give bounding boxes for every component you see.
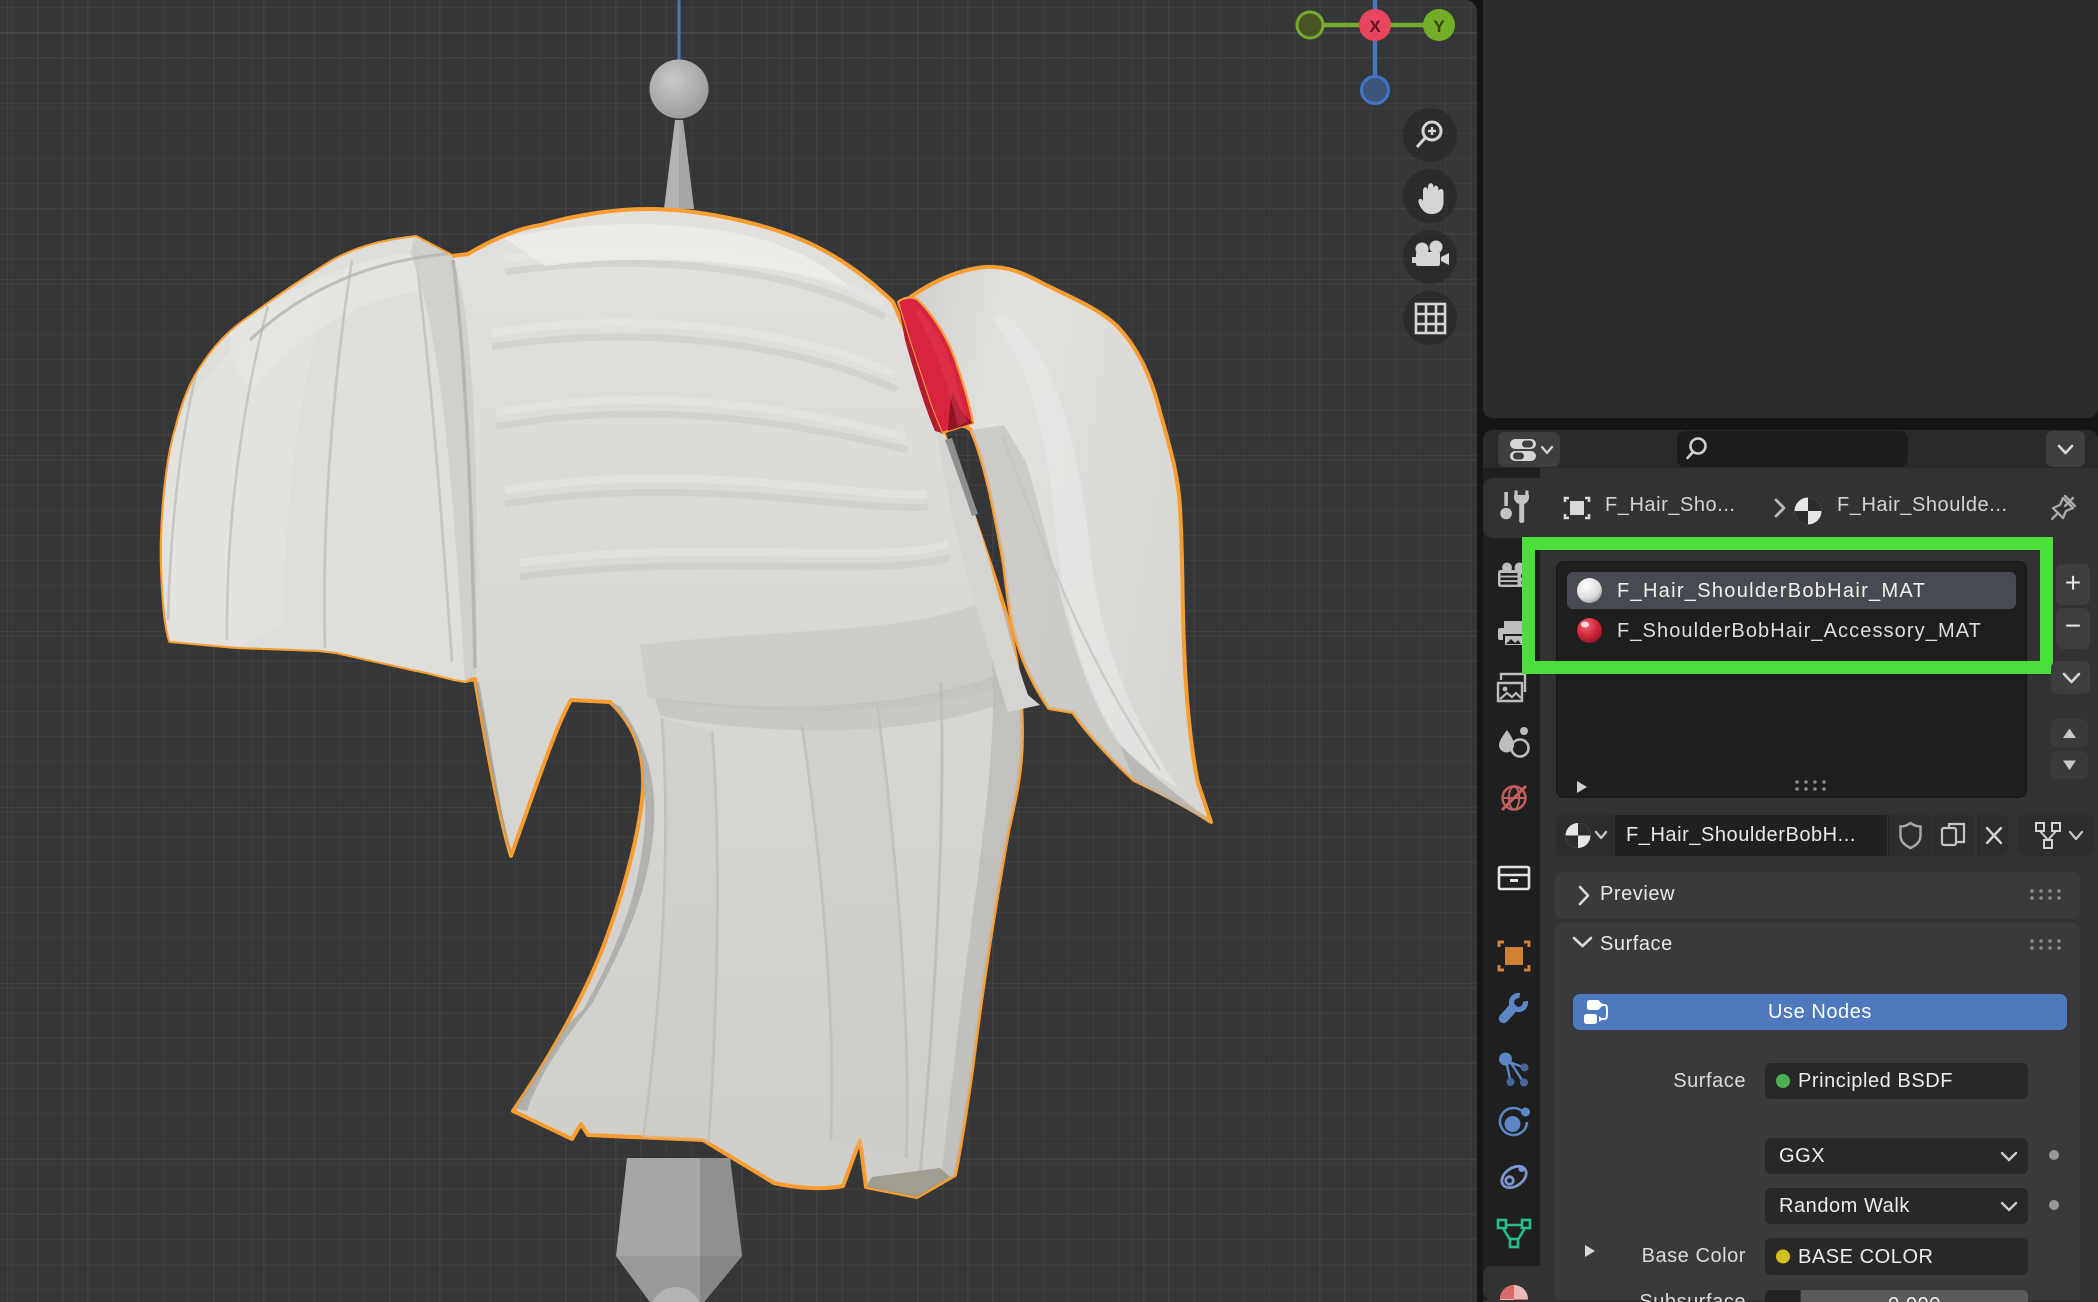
svg-text:Y: Y	[1433, 17, 1445, 36]
svg-text:X: X	[1369, 17, 1381, 36]
